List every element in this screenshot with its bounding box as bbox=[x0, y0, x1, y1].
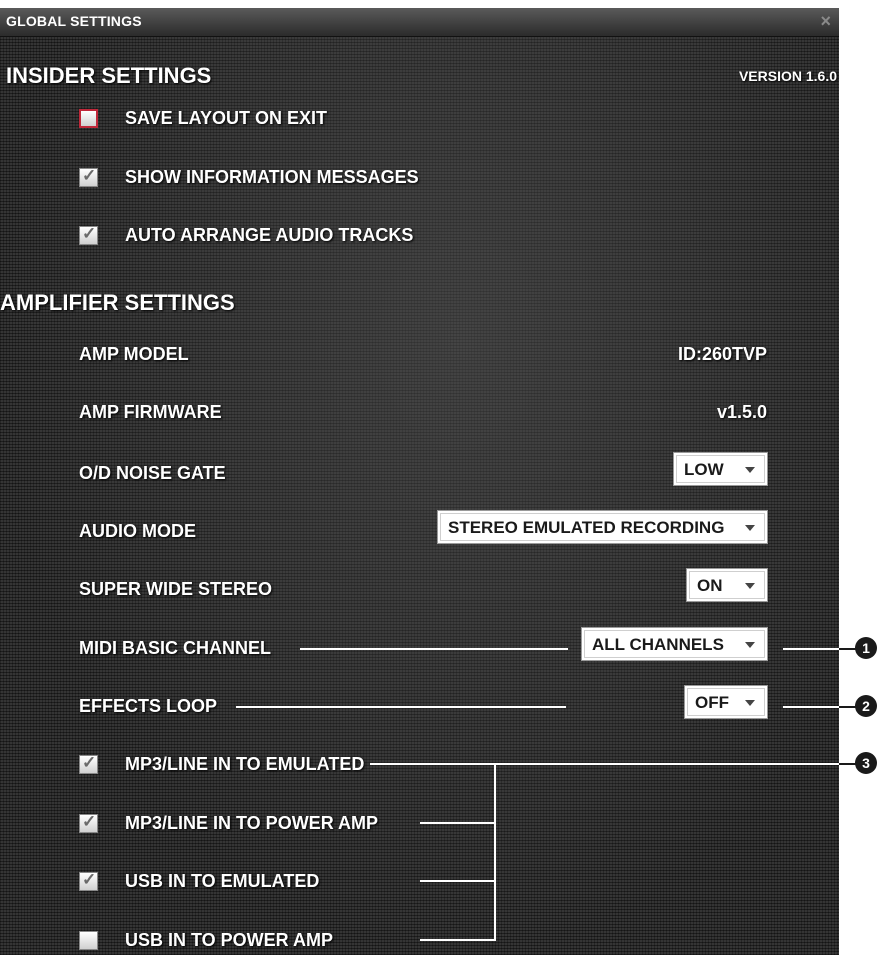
close-icon[interactable]: × bbox=[820, 11, 831, 32]
chevron-down-icon bbox=[745, 467, 755, 473]
check-icon: ✓ bbox=[82, 753, 97, 772]
effects-loop-value: OFF bbox=[695, 693, 729, 712]
callout-1-line bbox=[783, 648, 839, 650]
audio-mode-label: AUDIO MODE bbox=[79, 521, 196, 541]
save-layout-checkbox[interactable] bbox=[79, 109, 98, 128]
global-settings-window: GLOBAL SETTINGS × INSIDER SETTINGS VERSI… bbox=[0, 8, 839, 955]
check-icon: ✓ bbox=[82, 812, 97, 831]
callout-2-badge: 2 bbox=[855, 695, 877, 717]
noise-gate-value: LOW bbox=[684, 460, 724, 479]
chevron-down-icon bbox=[745, 642, 755, 648]
usb-emulated-label: USB IN TO EMULATED bbox=[125, 871, 320, 891]
amp-model-label: AMP MODEL bbox=[79, 344, 189, 364]
insider-settings-heading: INSIDER SETTINGS bbox=[6, 63, 212, 88]
midi-leader-line bbox=[300, 648, 568, 650]
chevron-down-icon bbox=[745, 583, 755, 589]
mp3-power-amp-label: MP3/LINE IN TO POWER AMP bbox=[125, 813, 379, 833]
routing-leader-3 bbox=[420, 880, 496, 882]
routing-leader-2 bbox=[420, 822, 496, 824]
check-icon: ✓ bbox=[82, 870, 97, 889]
show-messages-checkbox[interactable]: ✓ bbox=[79, 166, 98, 187]
check-icon: ✓ bbox=[82, 224, 97, 243]
usb-emulated-checkbox[interactable]: ✓ bbox=[79, 870, 98, 891]
auto-arrange-label: AUTO ARRANGE AUDIO TRACKS bbox=[125, 225, 414, 245]
routing-leader-4 bbox=[420, 939, 496, 941]
effects-loop-select[interactable]: OFF bbox=[684, 685, 768, 719]
amp-firmware-label: AMP FIRMWARE bbox=[79, 402, 222, 422]
window-title: GLOBAL SETTINGS bbox=[6, 13, 142, 29]
audio-mode-select[interactable]: STEREO EMULATED RECORDING bbox=[437, 510, 768, 544]
usb-power-amp-checkbox[interactable] bbox=[79, 931, 98, 950]
title-bar: GLOBAL SETTINGS × bbox=[0, 8, 839, 37]
noise-gate-select[interactable]: LOW bbox=[673, 452, 768, 486]
mp3-emulated-checkbox[interactable]: ✓ bbox=[79, 753, 98, 774]
amp-firmware-value: v1.5.0 bbox=[716, 402, 767, 422]
callout-1-badge: 1 bbox=[855, 637, 877, 659]
chevron-down-icon bbox=[745, 525, 755, 531]
auto-arrange-checkbox[interactable]: ✓ bbox=[79, 224, 98, 245]
save-layout-label: SAVE LAYOUT ON EXIT bbox=[125, 108, 328, 128]
routing-bracket bbox=[494, 763, 496, 941]
amplifier-settings-heading: AMPLIFIER SETTINGS bbox=[0, 290, 235, 315]
super-wide-label: SUPER WIDE STEREO bbox=[79, 579, 273, 599]
effects-leader-line bbox=[236, 706, 566, 708]
midi-channel-select[interactable]: ALL CHANNELS bbox=[581, 627, 768, 661]
noise-gate-label: O/D NOISE GATE bbox=[79, 463, 226, 483]
mp3-power-amp-checkbox[interactable]: ✓ bbox=[79, 812, 98, 833]
usb-power-amp-label: USB IN TO POWER AMP bbox=[125, 930, 334, 950]
routing-leader-1 bbox=[370, 763, 839, 765]
amp-model-value: ID:260TVP bbox=[677, 344, 767, 364]
show-messages-label: SHOW INFORMATION MESSAGES bbox=[125, 167, 419, 187]
super-wide-value: ON bbox=[697, 576, 723, 595]
super-wide-select[interactable]: ON bbox=[686, 568, 768, 602]
version-label: VERSION 1.6.0 bbox=[738, 68, 837, 84]
effects-loop-label: EFFECTS LOOP bbox=[79, 696, 218, 716]
callout-3-badge: 3 bbox=[855, 752, 877, 774]
midi-channel-label: MIDI BASIC CHANNEL bbox=[79, 638, 271, 658]
chevron-down-icon bbox=[745, 700, 755, 706]
mp3-emulated-label: MP3/LINE IN TO EMULATED bbox=[125, 754, 365, 774]
audio-mode-value: STEREO EMULATED RECORDING bbox=[448, 518, 725, 537]
midi-channel-value: ALL CHANNELS bbox=[592, 635, 724, 654]
check-icon: ✓ bbox=[82, 166, 97, 185]
callout-2-line bbox=[783, 706, 839, 708]
